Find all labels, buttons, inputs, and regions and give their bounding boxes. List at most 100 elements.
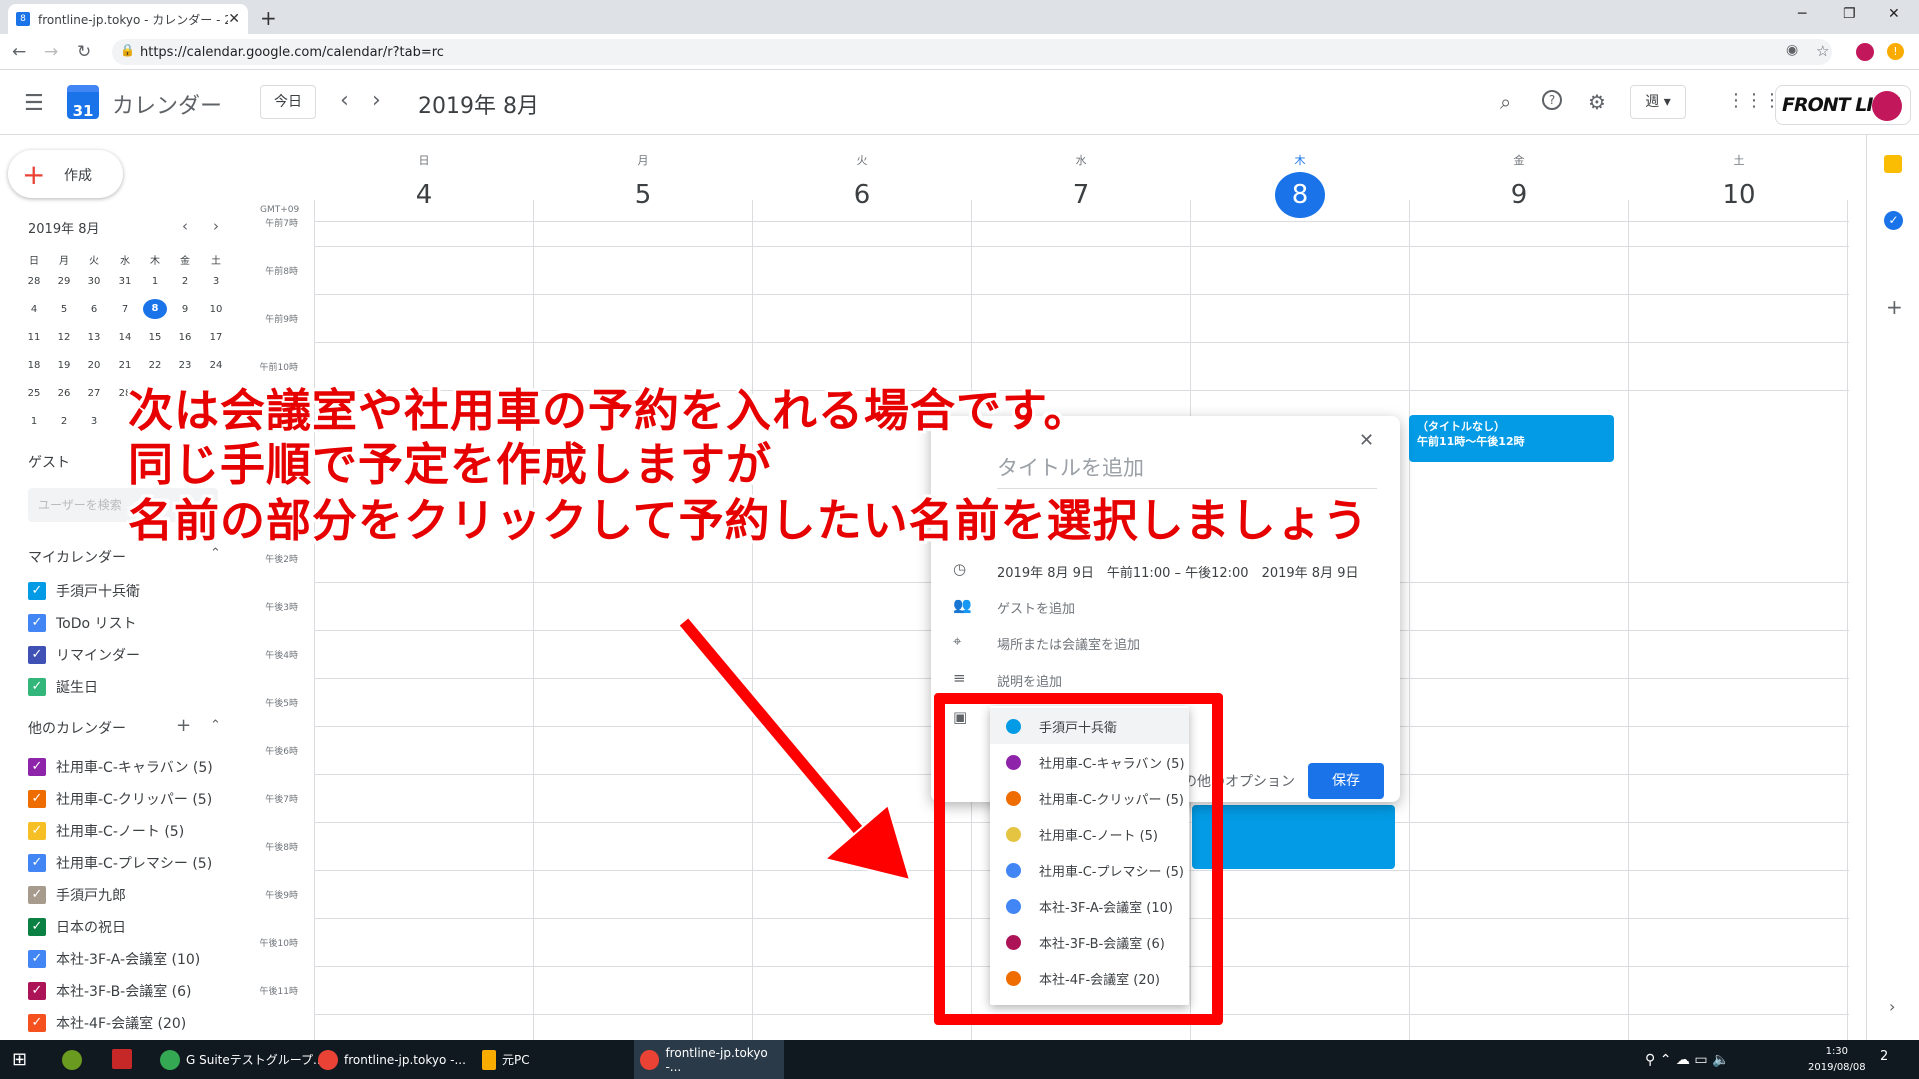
checkbox-checked-icon[interactable]: ✓ (28, 982, 46, 1000)
add-guest-field[interactable]: ゲストを追加 (997, 598, 1075, 617)
calendar-list-item[interactable]: ✓ 手須戸十兵衛 (28, 580, 140, 602)
mini-day[interactable]: 23 (173, 360, 197, 371)
close-tab-icon[interactable]: ✕ (228, 11, 240, 27)
calendar-list-item[interactable]: ✓ 社用車-C-クリッパー (5) (28, 788, 212, 810)
checkbox-checked-icon[interactable]: ✓ (28, 918, 46, 936)
next-week-icon[interactable]: › (372, 88, 381, 113)
day-number[interactable]: 8 (1275, 172, 1325, 218)
mini-day[interactable]: 16 (173, 332, 197, 343)
checkbox-checked-icon[interactable]: ✓ (28, 950, 46, 968)
calendar-list-item[interactable]: ✓ リマインダー (28, 644, 140, 666)
mini-day[interactable]: 9 (173, 304, 197, 315)
url-bar[interactable]: 🔒 https://calendar.google.com/calendar/r… (112, 39, 1832, 65)
mini-prev-month-icon[interactable]: ‹ (182, 217, 188, 235)
pdf-app-icon[interactable] (112, 1049, 132, 1069)
mini-day[interactable]: 2 (173, 276, 197, 287)
calendar-list-item[interactable]: ✓ 本社-3F-A-会議室 (10) (28, 948, 200, 970)
day-number[interactable]: 5 (618, 172, 668, 218)
help-icon[interactable]: ? (1542, 90, 1562, 110)
save-button[interactable]: 保存 (1308, 763, 1384, 799)
day-number[interactable]: 6 (837, 172, 887, 218)
mini-day[interactable]: 22 (143, 360, 167, 371)
mini-day[interactable]: 21 (113, 360, 137, 371)
taskbar-app-button[interactable]: 元PC (482, 1040, 530, 1079)
mini-day[interactable]: 3 (82, 416, 106, 427)
mini-day[interactable]: 7 (113, 304, 137, 315)
mini-day[interactable]: 25 (22, 388, 46, 399)
view-selector[interactable]: 週 ▾ (1630, 85, 1686, 119)
taskbar-clock[interactable]: 1:30 2019/08/08 (1808, 1044, 1866, 1076)
main-menu-icon[interactable]: ☰ (24, 91, 44, 116)
minimize-window-icon[interactable]: ─ (1798, 6, 1806, 22)
mini-day[interactable]: 8 (143, 299, 167, 319)
bookmark-star-icon[interactable]: ☆ (1816, 42, 1829, 60)
close-window-icon[interactable]: ✕ (1888, 6, 1900, 22)
calendar-list-item[interactable]: ✓ 本社-3F-B-会議室 (6) (28, 980, 192, 1002)
mini-day[interactable]: 29 (52, 276, 76, 287)
checkbox-checked-icon[interactable]: ✓ (28, 614, 46, 632)
checkbox-checked-icon[interactable]: ✓ (28, 678, 46, 696)
mini-day[interactable]: 6 (82, 304, 106, 315)
mini-day[interactable]: 20 (82, 360, 106, 371)
mini-day[interactable]: 10 (204, 304, 228, 315)
reload-icon[interactable]: ↻ (77, 42, 91, 62)
other-calendars-heading[interactable]: 他のカレンダー (28, 718, 126, 738)
mini-day[interactable]: 28 (22, 276, 46, 287)
checkbox-checked-icon[interactable]: ✓ (28, 582, 46, 600)
taskbar-app-button[interactable]: frontline-jp.tokyo -... (634, 1040, 784, 1079)
today-button[interactable]: 今日 (260, 85, 316, 119)
add-addon-icon[interactable]: + (1886, 295, 1903, 319)
eye-icon[interactable]: ◉ (1786, 42, 1798, 58)
new-tab-button[interactable]: + (260, 6, 277, 30)
checkbox-checked-icon[interactable]: ✓ (28, 854, 46, 872)
mini-day[interactable]: 31 (113, 276, 137, 287)
mini-day[interactable]: 27 (82, 388, 106, 399)
tasks-icon[interactable]: ✓ (1884, 211, 1903, 230)
day-number[interactable]: 9 (1494, 172, 1544, 218)
taskbar-app-button[interactable]: G Suiteテストグループ... (160, 1040, 324, 1079)
mini-day[interactable]: 15 (143, 332, 167, 343)
checkbox-checked-icon[interactable]: ✓ (28, 790, 46, 808)
mini-day[interactable]: 1 (22, 416, 46, 427)
expand-panel-icon[interactable]: › (1889, 997, 1895, 1016)
checkbox-checked-icon[interactable]: ✓ (28, 822, 46, 840)
checkbox-checked-icon[interactable]: ✓ (28, 886, 46, 904)
previous-week-icon[interactable]: ‹ (340, 88, 349, 113)
add-description-field[interactable]: 説明を追加 (997, 671, 1062, 690)
settings-gear-icon[interactable]: ⚙ (1588, 90, 1606, 114)
mini-day[interactable]: 11 (22, 332, 46, 343)
calendar-list-item[interactable]: ✓ 誕生日 (28, 676, 98, 698)
mini-day[interactable]: 14 (113, 332, 137, 343)
app-icon[interactable] (62, 1050, 82, 1070)
taskbar-app-button[interactable]: frontline-jp.tokyo -... (318, 1040, 466, 1079)
mini-day[interactable]: 19 (52, 360, 76, 371)
mini-day[interactable]: 5 (52, 304, 76, 315)
add-calendar-icon[interactable]: + (176, 715, 191, 736)
checkbox-checked-icon[interactable]: ✓ (28, 758, 46, 776)
mini-next-month-icon[interactable]: › (213, 217, 219, 235)
restore-window-icon[interactable]: ❐ (1843, 6, 1856, 22)
calendar-list-item[interactable]: ✓ 本社-4F-会議室 (20) (28, 1012, 186, 1034)
mini-day[interactable]: 1 (143, 276, 167, 287)
mini-day[interactable]: 26 (52, 388, 76, 399)
mini-day[interactable]: 3 (204, 276, 228, 287)
search-icon[interactable]: ⌕ (1500, 90, 1511, 114)
forward-icon[interactable]: → (44, 42, 58, 62)
apps-grid-icon[interactable]: ⋮⋮⋮ (1727, 90, 1781, 111)
day-number[interactable]: 7 (1056, 172, 1106, 218)
checkbox-checked-icon[interactable]: ✓ (28, 1014, 46, 1032)
event-datetime[interactable]: 2019年 8月 9日 午前11:00 – 午後12:00 2019年 8月 9… (997, 562, 1358, 581)
event-block[interactable]: （タイトルなし） 午前11時～午後12時 (1409, 415, 1614, 462)
mini-day[interactable]: 18 (22, 360, 46, 371)
my-calendars-heading[interactable]: マイカレンダー (28, 547, 126, 567)
calendar-list-item[interactable]: ✓ ToDo リスト (28, 612, 137, 634)
collapse-other-calendars-icon[interactable]: ⌃ (210, 718, 221, 733)
close-dialog-icon[interactable]: ✕ (1359, 430, 1374, 451)
mini-day[interactable]: 2 (52, 416, 76, 427)
mini-day[interactable]: 12 (52, 332, 76, 343)
day-number[interactable]: 10 (1714, 172, 1764, 218)
keep-icon[interactable] (1884, 155, 1902, 173)
notification-center-icon[interactable]: 2 (1880, 1049, 1888, 1064)
mini-day[interactable]: 13 (82, 332, 106, 343)
calendar-list-item[interactable]: ✓ 手須戸九郎 (28, 884, 126, 906)
